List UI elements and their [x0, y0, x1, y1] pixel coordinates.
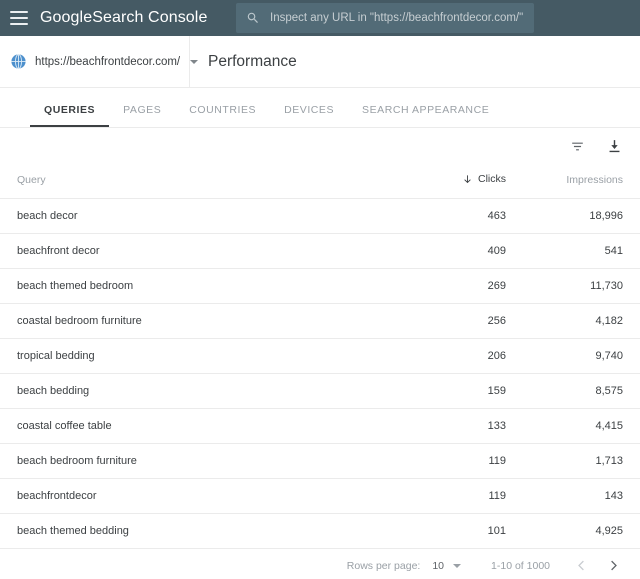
cell-query: beach themed bedroom — [0, 268, 440, 304]
table-header-row: Query Clicks Impressions — [0, 165, 640, 199]
report-tabs: QUERIES PAGES COUNTRIES DEVICES SEARCH A… — [0, 88, 640, 128]
tab-devices[interactable]: DEVICES — [270, 104, 348, 127]
search-icon — [247, 12, 258, 23]
cell-query: beach bedroom furniture — [0, 443, 440, 479]
next-page-button[interactable] — [600, 553, 626, 579]
cell-query: beachfront decor — [0, 233, 440, 269]
column-header-impressions[interactable]: Impressions — [530, 165, 640, 199]
cell-impressions: 4,415 — [530, 408, 640, 444]
chevron-down-icon[interactable] — [453, 563, 462, 568]
table-row[interactable]: beach bedroom furniture 119 1,713 — [0, 443, 640, 479]
tab-queries[interactable]: QUERIES — [30, 104, 110, 127]
cell-clicks: 206 — [440, 338, 530, 374]
url-inspection-search[interactable]: Inspect any URL in "https://beachfrontde… — [236, 3, 534, 33]
cell-query: coastal bedroom furniture — [0, 303, 440, 339]
column-header-clicks-label: Clicks — [478, 173, 506, 185]
table-toolbar — [0, 128, 640, 165]
table-row[interactable]: coastal bedroom furniture 256 4,182 — [0, 303, 640, 339]
cell-clicks: 409 — [440, 233, 530, 269]
cell-clicks: 133 — [440, 408, 530, 444]
table-row[interactable]: beach themed bedding 101 4,925 — [0, 513, 640, 549]
cell-impressions: 1,713 — [530, 443, 640, 479]
cell-query: beach decor — [0, 198, 440, 234]
arrow-down-icon — [464, 174, 471, 183]
brand-search-console: Search Console — [92, 9, 208, 26]
cell-impressions: 11,730 — [530, 268, 640, 304]
cell-clicks: 269 — [440, 268, 530, 304]
previous-page-button[interactable] — [568, 553, 594, 579]
cell-clicks: 159 — [440, 373, 530, 409]
app-brand: GoogleSearch Console — [40, 9, 207, 27]
table-head: Query Clicks Impressions — [0, 165, 640, 199]
cell-clicks: 463 — [440, 198, 530, 234]
table-row[interactable]: beach themed bedroom 269 11,730 — [0, 268, 640, 304]
cell-clicks: 101 — [440, 513, 530, 549]
cell-query: beachfrontdecor — [0, 478, 440, 514]
download-icon[interactable] — [606, 138, 623, 155]
column-header-query[interactable]: Query — [0, 165, 440, 199]
table-body: beach decor 463 18,996 beachfront decor … — [0, 198, 640, 549]
cell-impressions: 18,996 — [530, 198, 640, 234]
cell-impressions: 541 — [530, 233, 640, 269]
tab-countries[interactable]: COUNTRIES — [175, 104, 270, 127]
table-row[interactable]: beachfrontdecor 119 143 — [0, 478, 640, 514]
chevron-left-icon — [577, 560, 584, 571]
property-selector[interactable]: https://beachfrontdecor.com/ — [0, 36, 199, 87]
table-pagination: Rows per page: 10 1-10 of 1000 — [0, 548, 640, 579]
property-name: https://beachfrontdecor.com/ — [35, 55, 181, 68]
cell-clicks: 256 — [440, 303, 530, 339]
pagination-range: 1-10 of 1000 — [491, 559, 550, 572]
top-app-bar: GoogleSearch Console Inspect any URL in … — [0, 0, 640, 36]
cell-impressions: 4,925 — [530, 513, 640, 549]
page-title: Performance — [208, 52, 297, 70]
queries-table: Query Clicks Impressions beach decor 463… — [0, 165, 640, 549]
property-title-bar: https://beachfrontdecor.com/ Performance — [0, 36, 640, 88]
table-row[interactable]: coastal coffee table 133 4,415 — [0, 408, 640, 444]
cell-query: beach bedding — [0, 373, 440, 409]
globe-info-icon — [11, 53, 26, 70]
cell-query: tropical bedding — [0, 338, 440, 374]
search-input[interactable]: Inspect any URL in "https://beachfrontde… — [270, 12, 523, 24]
rows-per-page-value[interactable]: 10 — [432, 560, 444, 572]
cell-impressions: 9,740 — [530, 338, 640, 374]
cell-query: beach themed bedding — [0, 513, 440, 549]
table-row[interactable]: beachfront decor 409 541 — [0, 233, 640, 269]
tab-search-appearance[interactable]: SEARCH APPEARANCE — [348, 104, 503, 127]
cell-clicks: 119 — [440, 478, 530, 514]
table-row[interactable]: beach bedding 159 8,575 — [0, 373, 640, 409]
brand-google: Google — [40, 9, 93, 26]
cell-impressions: 4,182 — [530, 303, 640, 339]
table-row[interactable]: beach decor 463 18,996 — [0, 198, 640, 234]
filter-icon[interactable] — [569, 138, 586, 155]
column-header-clicks[interactable]: Clicks — [440, 165, 530, 199]
cell-clicks: 119 — [440, 443, 530, 479]
cell-impressions: 143 — [530, 478, 640, 514]
table-row[interactable]: tropical bedding 206 9,740 — [0, 338, 640, 374]
hamburger-icon[interactable] — [10, 11, 28, 25]
search-console-app: GoogleSearch Console Inspect any URL in … — [0, 0, 640, 579]
cell-impressions: 8,575 — [530, 373, 640, 409]
tab-pages[interactable]: PAGES — [109, 104, 175, 127]
chevron-right-icon — [610, 560, 617, 571]
rows-per-page-label: Rows per page: — [346, 559, 421, 572]
cell-query: coastal coffee table — [0, 408, 440, 444]
